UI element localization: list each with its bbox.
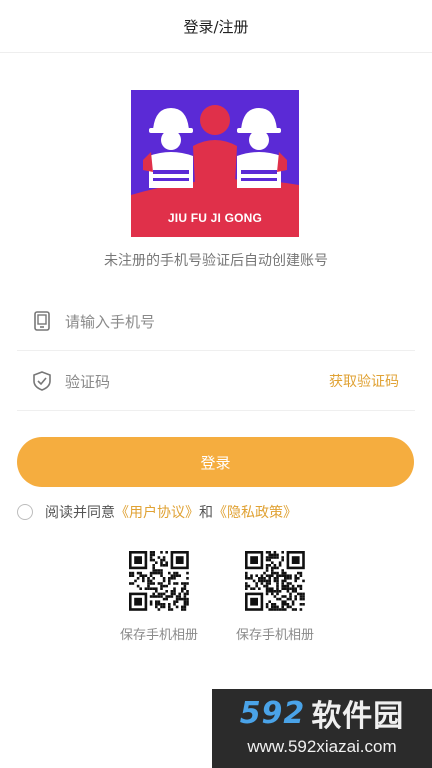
agree-and: 和	[199, 505, 213, 521]
qr-code-image[interactable]	[240, 550, 310, 612]
phone-icon	[31, 310, 53, 332]
login-button[interactable]: 登录	[17, 437, 414, 487]
qr-block-1: 保存手机相册	[104, 550, 214, 643]
qr-label: 保存手机相册	[119, 628, 198, 643]
watermark-url: www.592xiazai.com	[247, 737, 397, 756]
shield-check-icon	[31, 370, 53, 392]
logo-text: JIU FU JI GONG	[167, 211, 263, 225]
code-field[interactable]: 验证码 获取验证码	[17, 352, 415, 411]
agree-prefix: 阅读并同意	[45, 505, 115, 521]
privacy-policy-link[interactable]: 《隐私政策》	[213, 502, 297, 522]
watermark-number: 592	[239, 695, 306, 731]
qr-code-image[interactable]	[124, 550, 194, 612]
agreement-row: 阅读并同意 《用户协议》 和 《隐私政策》	[17, 500, 297, 524]
register-hint: 未注册的手机号验证后自动创建账号	[104, 253, 328, 269]
watermark-name: 软件园	[311, 699, 405, 734]
qr-label: 保存手机相册	[235, 628, 314, 643]
app-logo: JIU FU JI GONG	[131, 90, 299, 237]
page-title: 登录/注册	[183, 17, 249, 36]
agree-radio[interactable]	[17, 504, 33, 520]
user-agreement-link[interactable]: 《用户协议》	[115, 502, 199, 522]
get-code-button[interactable]: 获取验证码	[329, 371, 399, 391]
top-bar: 登录/注册	[0, 0, 432, 53]
phone-input[interactable]: 请输入手机号	[65, 311, 415, 332]
qr-block-2: 保存手机相册	[220, 550, 330, 643]
phone-field[interactable]: 请输入手机号	[17, 292, 415, 351]
code-input[interactable]: 验证码	[65, 371, 329, 392]
site-watermark: 592 软件园 www.592xiazai.com	[212, 689, 432, 768]
